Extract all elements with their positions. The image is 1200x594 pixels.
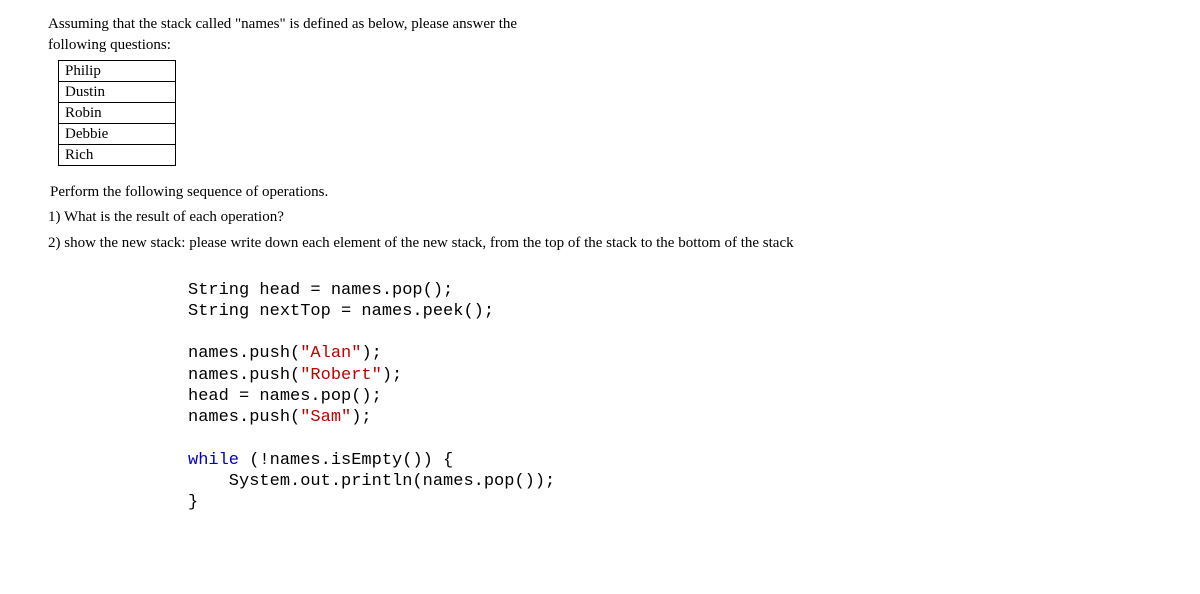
intro-line-1: Assuming that the stack called "names" i…: [48, 16, 517, 32]
question-intro: Assuming that the stack called "names" i…: [48, 14, 1200, 56]
code-line: }: [188, 493, 198, 512]
stack-row: Rich: [59, 145, 176, 166]
code-block: String head = names.pop(); String nextTo…: [188, 280, 1200, 514]
code-line: String nextTop = names.peek();: [188, 302, 494, 321]
code-line: System.out.println(names.pop());: [188, 472, 555, 491]
stack-table: Philip Dustin Robin Debbie Rich: [58, 60, 176, 166]
question-1: 1) What is the result of each operation?: [48, 207, 1098, 227]
code-string: "Alan": [300, 344, 361, 363]
stack-cell: Dustin: [59, 82, 176, 103]
intro-line-2: following questions:: [48, 37, 171, 53]
code-line: );: [382, 366, 402, 385]
code-keyword: while: [188, 451, 239, 470]
code-string: "Robert": [300, 366, 382, 385]
stack-row: Dustin: [59, 82, 176, 103]
stack-cell: Robin: [59, 103, 176, 124]
code-line: );: [361, 344, 381, 363]
stack-row: Philip: [59, 61, 176, 82]
stack-cell: Philip: [59, 61, 176, 82]
document-page: Assuming that the stack called "names" i…: [0, 0, 1200, 513]
code-line: names.push(: [188, 366, 300, 385]
code-line: (!names.isEmpty()) {: [239, 451, 453, 470]
code-string: "Sam": [300, 408, 351, 427]
stack-row: Robin: [59, 103, 176, 124]
code-line: );: [351, 408, 371, 427]
stack-cell: Debbie: [59, 124, 176, 145]
stack-row: Debbie: [59, 124, 176, 145]
code-line: names.push(: [188, 408, 300, 427]
question-2: 2) show the new stack: please write down…: [48, 233, 1098, 253]
perform-line: Perform the following sequence of operat…: [50, 184, 1200, 201]
code-line: head = names.pop();: [188, 387, 382, 406]
code-line: String head = names.pop();: [188, 281, 453, 300]
code-line: names.push(: [188, 344, 300, 363]
stack-cell: Rich: [59, 145, 176, 166]
